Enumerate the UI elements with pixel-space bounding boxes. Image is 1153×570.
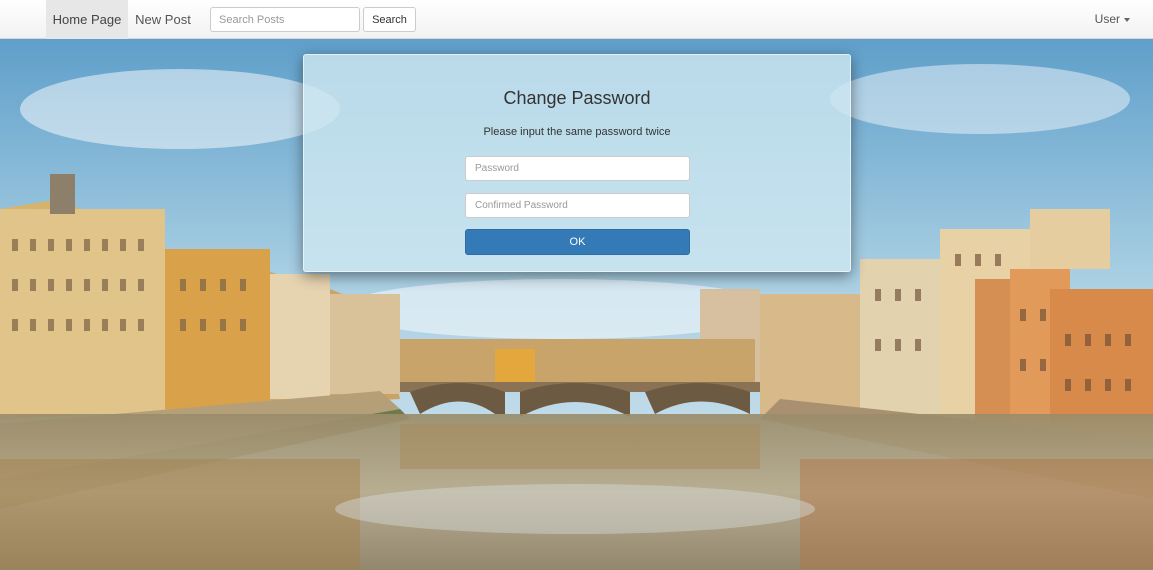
dialog-title: Change Password [503, 88, 651, 108]
nav-home-page[interactable]: Home Page [46, 0, 128, 39]
change-password-panel: Change Password Please input the same pa… [303, 54, 851, 272]
navbar: Home Page New Post Search User [0, 0, 1153, 39]
nav-new-post[interactable]: New Post [128, 0, 198, 39]
password-field[interactable] [465, 156, 690, 181]
user-menu-label: User [1094, 12, 1120, 26]
user-menu[interactable]: User [1095, 0, 1130, 39]
search-button[interactable]: Search [363, 7, 416, 32]
caret-down-icon [1124, 17, 1130, 22]
confirm-password-field[interactable] [465, 193, 690, 218]
dialog-subtitle: Please input the same password twice [483, 126, 671, 138]
ok-button[interactable]: OK [465, 229, 690, 255]
search-input[interactable] [210, 7, 360, 32]
